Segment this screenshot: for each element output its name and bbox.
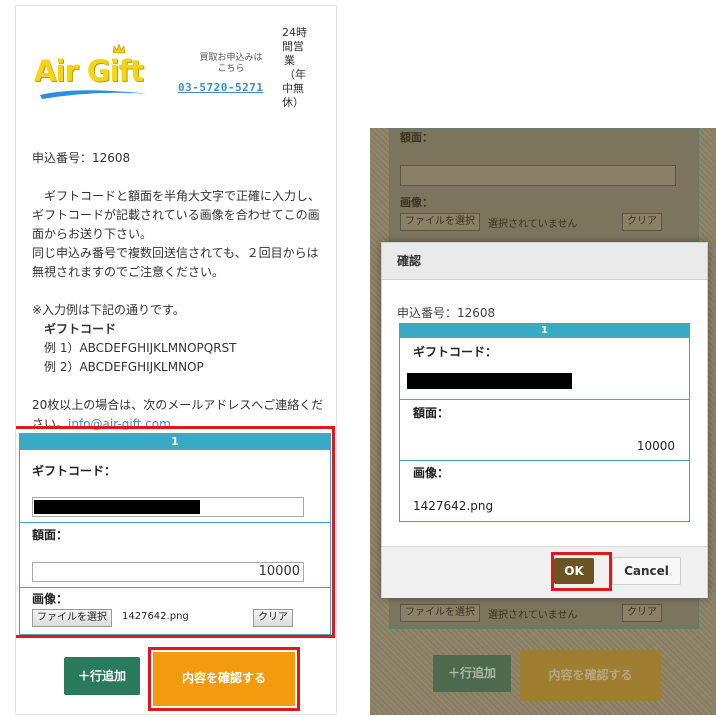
apply-here-text: 買取お申込みはこちら [199,53,263,74]
bg-amount-input [400,165,676,186]
dialog-gift-code-label: ギフトコード： [413,345,498,359]
instruction-paragraph-1: ギフトコードと額面を半角大文字で正確に入力し、ギフトコードが記載されている画像を… [32,189,321,241]
confirm-dialog: 確認 申込番号：12608 1 ギフトコード： 額面： 10000 画像： 14… [381,242,708,598]
left-screen: Air Gift 買取お申込みはこちら 03-5720-5271 24時 間営 … [15,5,337,715]
bg-no-file-text: 選択されていません [488,219,578,230]
dialog-redacted-gift-code [407,373,572,389]
dialog-divider [400,460,689,461]
bg-no-file-text-2: 選択されていません [488,610,578,621]
dialog-image-label: 画像： [413,466,450,480]
bg-clear-button-2: クリア [622,604,662,622]
bg-choose-file-button-2: ファイルを選択 [400,604,480,622]
dialog-amount-label: 額面： [413,406,450,420]
dialog-gift-table: 1 ギフトコード： 額面： 10000 画像： 1427642.png [399,323,690,522]
confirm-highlight [148,647,300,711]
business-hours: 24時 間営 業 （年 中無 休） [282,26,307,109]
dialog-application-number: 申込番号：12608 [397,306,496,320]
air-gift-logo[interactable]: Air Gift [34,54,144,88]
bg-clear-button: クリア [622,213,662,231]
dialog-image-value: 1427642.png [413,499,494,513]
background-form-top: 額面： 画像： ファイルを選択 選択されていません クリア [389,128,699,242]
add-row-button[interactable]: ＋行追加 [64,657,140,695]
dialog-row-number: 1 [400,324,689,338]
example-heading: ギフトコード [44,322,117,336]
crown-icon [112,44,126,54]
form-highlight [16,426,335,638]
bg-choose-file-button: ファイルを選択 [400,213,480,231]
bg-image-label: 画像： [400,196,433,209]
bg-add-row-button: ＋行追加 [433,655,511,692]
logo-swoosh-icon [40,90,148,99]
phone-link[interactable]: 03-5720-5271 [178,81,263,94]
bg-divider [390,191,698,192]
cancel-button[interactable]: Cancel [612,557,681,585]
background-form-bottom: ファイルを選択 選択されていません クリア [389,596,699,629]
dialog-divider [400,399,689,400]
example-intro: ※入力例は下記の通りです。 [32,303,185,317]
right-screen: 額面： 画像： ファイルを選択 選択されていません クリア ファイルを選択 選択… [370,128,716,715]
example-1: 例 1）ABCDEFGHIJKLMNOPQRST [44,341,237,355]
dialog-title: 確認 [382,243,707,280]
instruction-paragraph-2: 同じ申込み番号で複数回送信されても、２回目からは無視されますのでご注意ください。 [32,246,319,279]
application-number: 申込番号：12608 [32,151,131,165]
ok-highlight [551,552,612,591]
bg-amount-label: 額面： [400,131,433,144]
example-2: 例 2）ABCDEFGHIJKLMNOP [44,360,204,374]
bg-confirm-button: 内容を確認する [520,650,661,701]
dialog-amount-value: 10000 [636,439,675,453]
bulk-note: 20枚以上の場合は、次のメールアドレスへご連絡ください。info@air-gif… [32,398,324,430]
